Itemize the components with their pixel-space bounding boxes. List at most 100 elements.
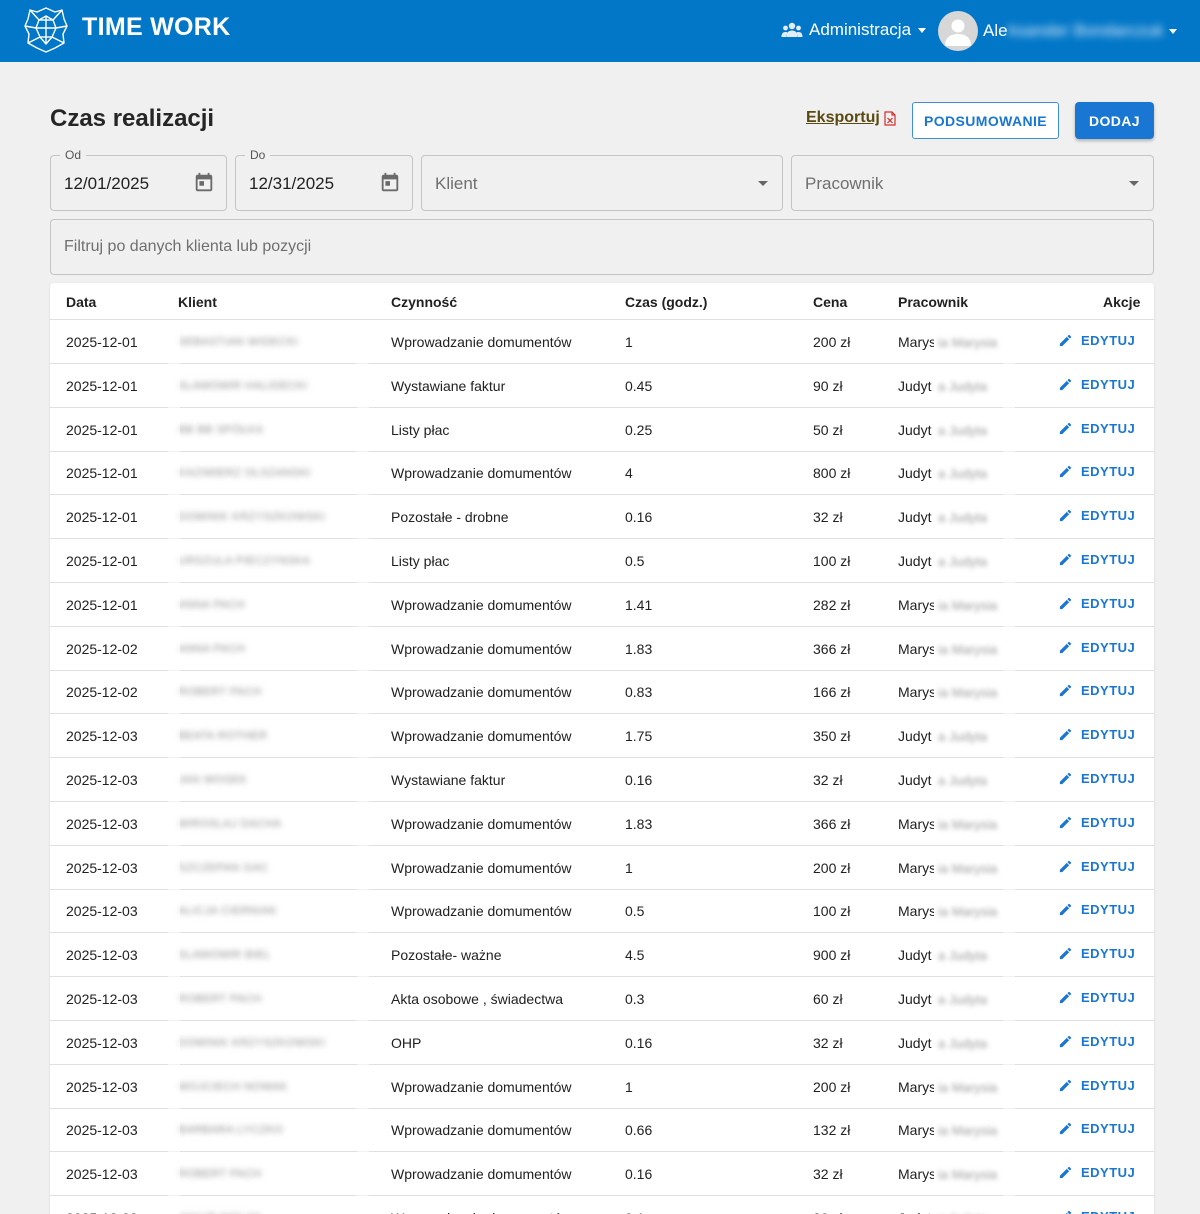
cell-employee: Judyt bbox=[898, 772, 932, 788]
edit-button[interactable]: EDYTUJ bbox=[1058, 421, 1135, 436]
edit-button[interactable]: EDYTUJ bbox=[1058, 464, 1135, 479]
cell-employee-blurred: a Judyta bbox=[938, 466, 988, 482]
cell-employee: Judyt bbox=[898, 991, 932, 1007]
calendar-icon[interactable] bbox=[193, 172, 215, 194]
administration-menu[interactable]: Administracja bbox=[781, 20, 927, 40]
cell-client: ROBERT PACH bbox=[178, 993, 262, 1005]
lion-logo-icon[interactable] bbox=[24, 6, 68, 54]
edit-button[interactable]: EDYTUJ bbox=[1058, 815, 1135, 830]
edit-button[interactable]: EDYTUJ bbox=[1058, 771, 1135, 786]
users-icon bbox=[781, 22, 803, 37]
table-row[interactable]: 2025-12-03 JAN WOSEK Wystawiane faktur 0.16… bbox=[50, 758, 1154, 802]
edit-button[interactable]: EDYTUJ bbox=[1058, 508, 1135, 523]
column-header-activity[interactable]: Czynność bbox=[391, 294, 457, 310]
caret-down-icon bbox=[1168, 28, 1177, 34]
column-header-price[interactable]: Cena bbox=[813, 294, 847, 310]
table-row[interactable]: 2025-12-03 ROBERT PACH Wprowadzanie domume… bbox=[50, 1152, 1154, 1197]
cell-time: 1.41 bbox=[625, 596, 653, 613]
calendar-icon[interactable] bbox=[379, 172, 401, 194]
cell-employee-blurred: a Judyta bbox=[938, 729, 988, 745]
table-row[interactable]: 2025-12-03 SLAWOMIR BIEL Pozostałe- ważne 4… bbox=[50, 933, 1154, 978]
table-row[interactable]: 2025-12-03 DOMINIK KRZYSZKOWSKI OHP 0.16 32 … bbox=[50, 1021, 1154, 1065]
cell-date: 2025-12-03 bbox=[66, 991, 138, 1007]
column-header-date[interactable]: Data bbox=[66, 294, 96, 310]
pencil-icon bbox=[1059, 334, 1072, 347]
cell-client: DOMINIK KRZYSZKOWSKI bbox=[178, 511, 326, 524]
client-select[interactable]: Klient bbox=[421, 155, 783, 211]
edit-button[interactable]: EDYTUJ bbox=[1058, 902, 1135, 917]
table-header: Data Klient Czynność Czas (godz.) Cena P… bbox=[50, 283, 1154, 320]
cell-activity: Wprowadzanie domumentów bbox=[391, 903, 572, 920]
column-header-employee[interactable]: Pracownik bbox=[898, 294, 968, 310]
cell-price: 282 zł bbox=[813, 596, 851, 613]
table-row[interactable]: 2025-12-01 SEBASTIAN WIDECKI Wprowadzanie … bbox=[50, 320, 1154, 364]
table-row[interactable]: 2025-12-01 URSZULA PIECZYNSKA Listy płac 0.… bbox=[50, 539, 1154, 583]
cell-employee: Marys bbox=[898, 1166, 934, 1183]
edit-button[interactable]: EDYTUJ bbox=[1058, 377, 1135, 392]
export-link[interactable]: Eksportuj bbox=[806, 109, 896, 127]
add-button[interactable]: DODAJ bbox=[1075, 102, 1154, 139]
table-row[interactable]: 2025-12-02 ROBERT PACH Wprowadzanie domume… bbox=[50, 670, 1154, 715]
cell-date: 2025-12-01 bbox=[66, 421, 138, 438]
cell-date: 2025-12-03 bbox=[66, 1078, 138, 1095]
pencil-icon bbox=[1059, 860, 1072, 872]
time-entries-table: Data Klient Czynność Czas (godz.) Cena P… bbox=[50, 283, 1154, 1214]
cell-employee: Judyt bbox=[898, 377, 932, 394]
cell-time: 0.66 bbox=[625, 1122, 653, 1139]
cell-client: JAN WOSEK bbox=[178, 774, 248, 786]
table-row[interactable]: 2025-12-03 ALICJA CIERNIAK Wprowadzanie do… bbox=[50, 889, 1154, 934]
edit-button[interactable]: EDYTUJ bbox=[1058, 1121, 1135, 1136]
table-row[interactable]: 2025-12-03 ROBERT PACH Akta osobowe , świa… bbox=[50, 977, 1154, 1021]
table-row[interactable]: 2025-12-01 KAZIMIERZ OLSZANSKI Wprowadzani… bbox=[50, 451, 1154, 496]
cell-price: 32 zł bbox=[813, 772, 843, 788]
edit-button[interactable]: EDYTUJ bbox=[1058, 640, 1135, 655]
summary-button[interactable]: PODSUMOWANIE bbox=[912, 102, 1059, 139]
cell-activity: Wprowadzanie domumentów bbox=[391, 1210, 572, 1214]
edit-button[interactable]: EDYTUJ bbox=[1058, 946, 1135, 961]
table-row[interactable]: 2025-12-03 MIROSLAJ DACHA Wprowadzanie dom… bbox=[50, 802, 1154, 846]
edit-button[interactable]: EDYTUJ bbox=[1058, 1165, 1135, 1180]
edit-label: EDYTUJ bbox=[1081, 420, 1136, 436]
edit-button[interactable]: EDYTUJ bbox=[1058, 552, 1135, 567]
table-row[interactable]: 2025-12-01 SLAWOMIR HALIDECKI Wystawiane f… bbox=[50, 364, 1154, 408]
cell-employee-blurred: a Judyta bbox=[938, 992, 988, 1007]
edit-button[interactable]: EDYTUJ bbox=[1058, 859, 1135, 874]
column-header-time[interactable]: Czas (godz.) bbox=[625, 294, 707, 310]
cell-time: 0.1 bbox=[625, 1210, 644, 1214]
cell-employee-blurred: a Judyta bbox=[938, 773, 988, 788]
cell-date: 2025-12-02 bbox=[66, 684, 138, 701]
edit-button[interactable]: EDYTUJ bbox=[1058, 1034, 1135, 1049]
cell-date: 2025-12-01 bbox=[66, 465, 138, 482]
edit-button[interactable]: EDYTUJ bbox=[1058, 1078, 1135, 1093]
table-row[interactable]: 2025-12-03 BEATA ROTHER Wprowadzanie domum… bbox=[50, 714, 1154, 759]
cell-date: 2025-12-01 bbox=[66, 377, 138, 394]
edit-button[interactable]: EDYTUJ bbox=[1058, 1209, 1135, 1214]
table-row[interactable]: 2025-12-02 ANNA PACH Wprowadzanie domument… bbox=[50, 627, 1154, 671]
edit-button[interactable]: EDYTUJ bbox=[1058, 596, 1135, 611]
cell-time: 0.5 bbox=[625, 903, 645, 920]
app-brand[interactable]: TIME WORK bbox=[82, 13, 231, 42]
table-row[interactable]: 2025-12-03JAKUB WOLAKWprowadzanie domume… bbox=[50, 1196, 1154, 1214]
edit-button[interactable]: EDYTUJ bbox=[1058, 333, 1135, 348]
table-row[interactable]: 2025-12-03 WOJCIECH NOWAK Wprowadzanie dom… bbox=[50, 1065, 1154, 1109]
user-menu[interactable]: Ale ksander Bondarczuk bbox=[938, 11, 1177, 51]
column-header-client[interactable]: Klient bbox=[178, 294, 217, 310]
edit-button[interactable]: EDYTUJ bbox=[1058, 727, 1135, 742]
table-row[interactable]: 2025-12-03 SZCZEPAN GAC Wprowadzanie domum… bbox=[50, 846, 1154, 890]
employee-select[interactable]: Pracownik bbox=[791, 155, 1154, 211]
pencil-icon bbox=[1059, 597, 1072, 609]
cell-client: SLAWOMIR BIEL bbox=[178, 949, 271, 962]
table-row[interactable]: 2025-12-03 BARBARA LYCZKO Wprowadzanie dom… bbox=[50, 1108, 1154, 1153]
cell-employee-blurred: ia Marysia bbox=[938, 641, 998, 657]
table-row[interactable]: 2025-12-01 DOMINIK KRZYSZKOWSKI Pozostałe … bbox=[50, 495, 1154, 540]
edit-button[interactable]: EDYTUJ bbox=[1058, 990, 1135, 1005]
avatar-person-icon bbox=[945, 19, 971, 46]
table-row[interactable]: 2025-12-01 BB BB SPÓŁKA Listy płac 0.25 50 z… bbox=[50, 408, 1154, 452]
edit-label: EDYTUJ bbox=[1081, 1033, 1136, 1049]
cell-price: 166 zł bbox=[813, 684, 851, 701]
edit-button[interactable]: EDYTUJ bbox=[1058, 683, 1135, 698]
table-row[interactable]: 2025-12-01 ANNA PACH Wprowadzanie domument… bbox=[50, 583, 1154, 627]
date-from-field[interactable]: Od 12/01/2025 bbox=[50, 148, 227, 211]
search-input[interactable]: Filtruj po danych klienta lub pozycji bbox=[50, 219, 1154, 275]
date-to-field[interactable]: Do 12/31/2025 bbox=[235, 148, 413, 211]
